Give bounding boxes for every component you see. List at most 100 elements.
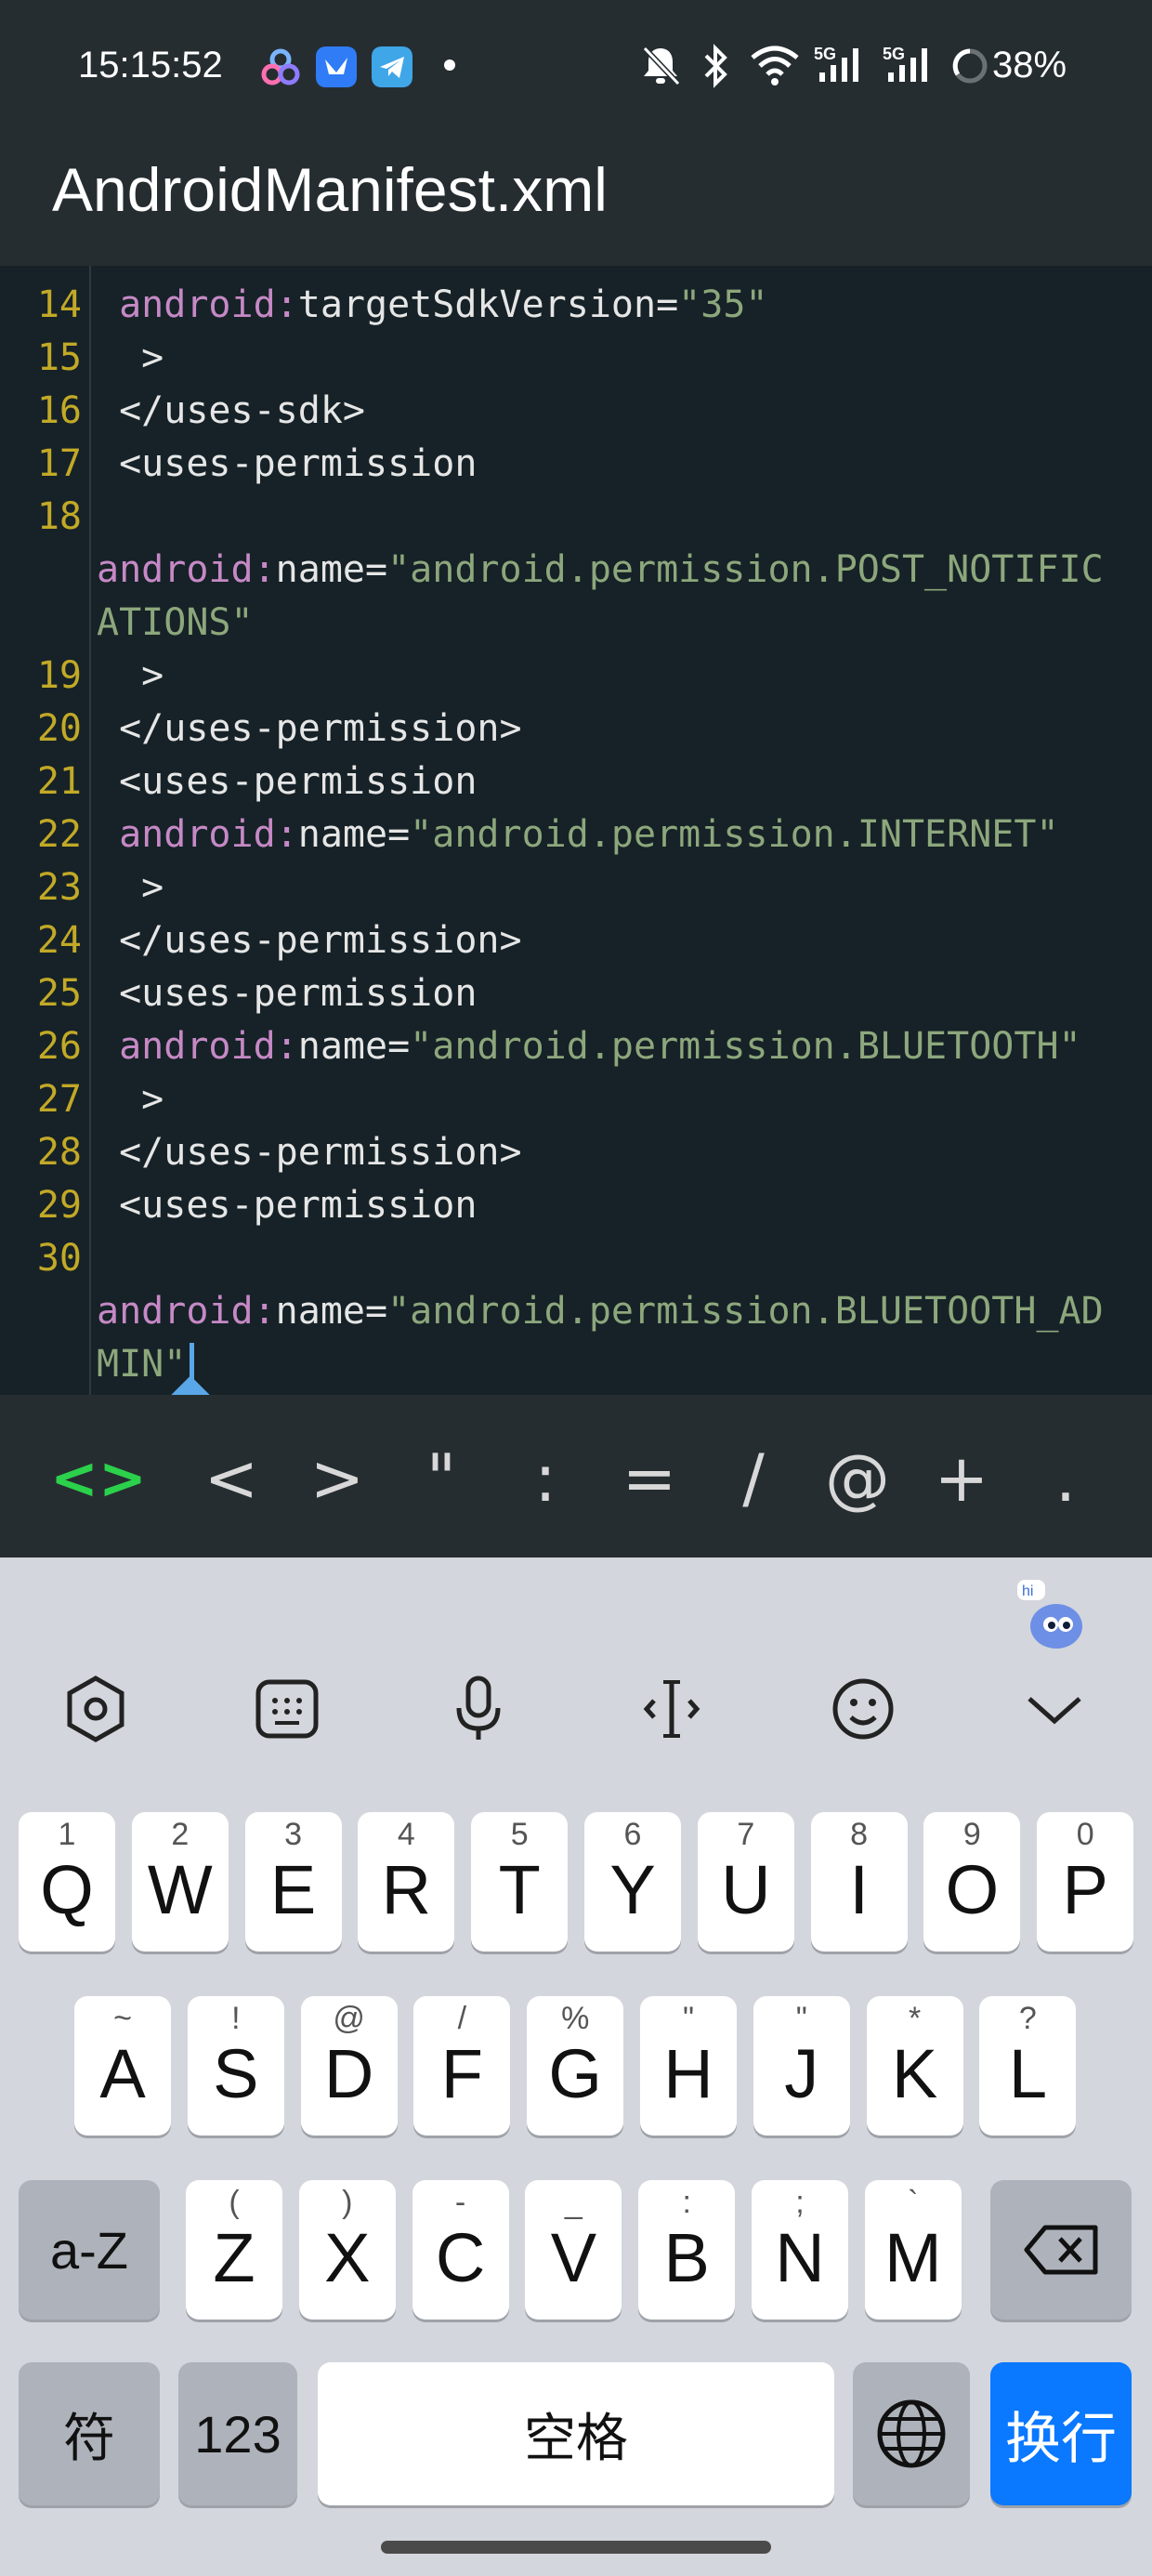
keyboard-mascot-icon[interactable]: hi (1017, 1580, 1092, 1654)
line-number: 28 (36, 1131, 82, 1174)
numbers-key[interactable]: 123 (178, 2362, 297, 2505)
key-j[interactable]: " J (753, 1996, 850, 2136)
key-secondary-label: ~ (113, 2001, 132, 2036)
key-secondary-label: * (908, 2001, 922, 2036)
key-y[interactable]: 6Y (584, 1812, 681, 1952)
key-z[interactable]: (Z (186, 2180, 282, 2320)
key-n[interactable]: ; N (752, 2180, 848, 2320)
code-line: android:name="android.permission.BLUETOO… (0, 1285, 1152, 1338)
key-c[interactable]: -C (412, 2180, 509, 2320)
key-k[interactable]: * K (866, 1996, 963, 2136)
string-literal: ATIONS" (97, 601, 254, 644)
numbers-key-label: 123 (194, 2404, 281, 2464)
space-key-label: 空格 (524, 2408, 628, 2467)
key-r[interactable]: 4R (358, 1812, 455, 1952)
symbol-key[interactable]: " (399, 1432, 483, 1525)
symbol-key[interactable]: = (608, 1432, 691, 1525)
symbol-toolbar: <> < > " : = / @ + . (0, 1395, 1152, 1557)
line-number: 17 (36, 442, 82, 485)
home-indicator[interactable] (381, 2541, 771, 2554)
space-key[interactable]: 空格 (318, 2362, 834, 2505)
symbol-key[interactable]: + (920, 1432, 1003, 1525)
key-u[interactable]: 7U (697, 1812, 794, 1952)
key-q[interactable]: 1Q (19, 1812, 115, 1952)
backspace-key[interactable] (990, 2180, 1132, 2320)
code-line: ATIONS" (0, 597, 1152, 650)
shift-key[interactable]: a-Z (19, 2180, 160, 2320)
code-text: <uses-permission (97, 756, 477, 808)
line-number: 20 (36, 707, 82, 750)
symbol-key[interactable]: < (190, 1432, 273, 1525)
code-line: 28 </uses-permission> (0, 1126, 1152, 1179)
line-number: 25 (36, 972, 82, 1015)
keyboard-layout-icon[interactable] (245, 1667, 329, 1751)
key-a[interactable]: ~ A (74, 1996, 171, 2136)
settings-icon[interactable] (54, 1667, 137, 1751)
shift-key-label: a-Z (50, 2220, 128, 2280)
string-literal: "android.permission.POST_NOTIFIC (387, 548, 1104, 591)
key-m[interactable]: ` M (864, 2180, 962, 2320)
key-g[interactable]: % G (527, 1996, 624, 2136)
key-x[interactable]: ) X (298, 2180, 396, 2320)
microphone-icon[interactable] (437, 1667, 520, 1751)
file-title: AndroidManifest.xml (52, 155, 608, 224)
key-w[interactable]: 2W (131, 1812, 229, 1952)
symbols-key[interactable]: 符 (19, 2362, 160, 2505)
emoji-icon[interactable] (821, 1667, 905, 1751)
symbol-key[interactable]: > (295, 1432, 379, 1525)
collapse-keyboard-icon[interactable] (1013, 1667, 1096, 1751)
code-plain: > (97, 654, 164, 697)
attribute-name: name= (297, 1025, 411, 1068)
code-plain: <uses-permission (97, 1184, 478, 1227)
symbol-key[interactable]: / (712, 1432, 795, 1525)
key-i[interactable]: 8I (810, 1812, 908, 1952)
key-s[interactable]: ! S (187, 1996, 284, 2136)
key-label: L (1008, 2035, 1047, 2112)
code-text: android:name="android.permission.BLUETOO… (97, 1285, 1104, 1338)
code-plain: <uses-permission (97, 442, 478, 485)
notification-dot (444, 59, 455, 71)
key-h[interactable]: " H (640, 1996, 737, 2136)
clock: 15:15:52 (78, 45, 223, 85)
key-d[interactable]: @ D (300, 1996, 398, 2136)
line-number: 24 (36, 919, 82, 962)
key-secondary-label: 3 (284, 1817, 303, 1852)
string-literal: "35" (678, 283, 768, 326)
key-v[interactable]: _ V (525, 2180, 622, 2320)
key-b[interactable]: :B (638, 2180, 736, 2320)
key-t[interactable]: 5T (471, 1812, 569, 1952)
code-line: 21 <uses-permission (0, 756, 1152, 808)
code-text: MIN" (97, 1338, 186, 1391)
key-label: F (440, 2035, 483, 2112)
code-line: 22 android:name="android.permission.INTE… (0, 808, 1152, 861)
key-o[interactable]: 9O (923, 1812, 1021, 1952)
code-text: android:name="android.permission.INTERNE… (97, 808, 1058, 861)
code-plain: </uses-sdk> (97, 389, 365, 432)
key-p[interactable]: 0P (1037, 1812, 1134, 1952)
key-secondary-label: ( (229, 2185, 240, 2220)
code-line: 14 android:targetSdkVersion="35" (0, 279, 1152, 332)
battery-ring-icon (952, 48, 988, 84)
code-plain: > (97, 866, 164, 909)
key-secondary-label: 8 (850, 1817, 869, 1852)
tag-toggle-button[interactable]: <> (50, 1432, 147, 1525)
enter-key[interactable]: 换行 (990, 2362, 1132, 2505)
key-secondary-label: % (561, 2001, 590, 2036)
key-l[interactable]: ? L (979, 1996, 1077, 2136)
symbol-key[interactable]: @ (816, 1432, 899, 1525)
code-plain: <uses-permission (97, 760, 478, 803)
code-line: 30 (0, 1232, 1152, 1285)
symbol-key[interactable]: : (504, 1432, 587, 1525)
language-key[interactable] (853, 2362, 970, 2505)
wifi-icon (751, 46, 799, 85)
code-editor[interactable]: 14 android:targetSdkVersion="35" 15 >16 <… (0, 266, 1152, 1395)
key-f[interactable]: / F (413, 1996, 511, 2136)
code-line: 25 <uses-permission (0, 967, 1152, 1020)
cursor-move-icon[interactable] (630, 1667, 713, 1751)
string-literal: "android.permission.BLUETOOTH" (410, 1025, 1081, 1068)
code-text: > (97, 1073, 164, 1126)
code-text: android:targetSdkVersion="35" (97, 279, 767, 332)
symbol-key[interactable]: . (1024, 1432, 1107, 1525)
line-number: 16 (36, 389, 82, 432)
key-e[interactable]: 3E (244, 1812, 342, 1952)
